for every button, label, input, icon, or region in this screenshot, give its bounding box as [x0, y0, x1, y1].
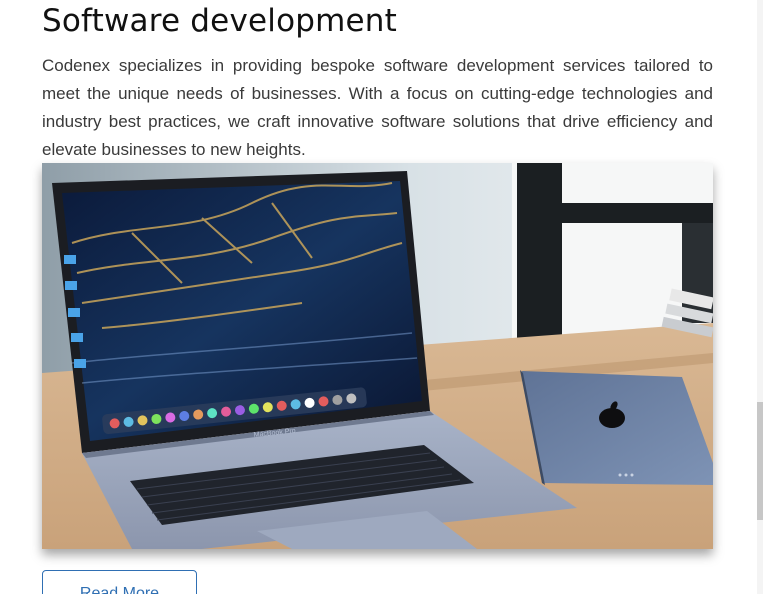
section-description: Codenex specializes in providing bespoke…: [42, 56, 713, 159]
software-development-photo: MacBook Pro: [42, 163, 713, 549]
scrollbar-thumb[interactable]: [757, 402, 763, 520]
page-scrollbar[interactable]: [757, 0, 763, 594]
section-content: Software development Codenex specializes…: [42, 0, 713, 164]
read-more-button[interactable]: Read More: [42, 570, 197, 594]
section-title: Software development: [42, 3, 398, 39]
